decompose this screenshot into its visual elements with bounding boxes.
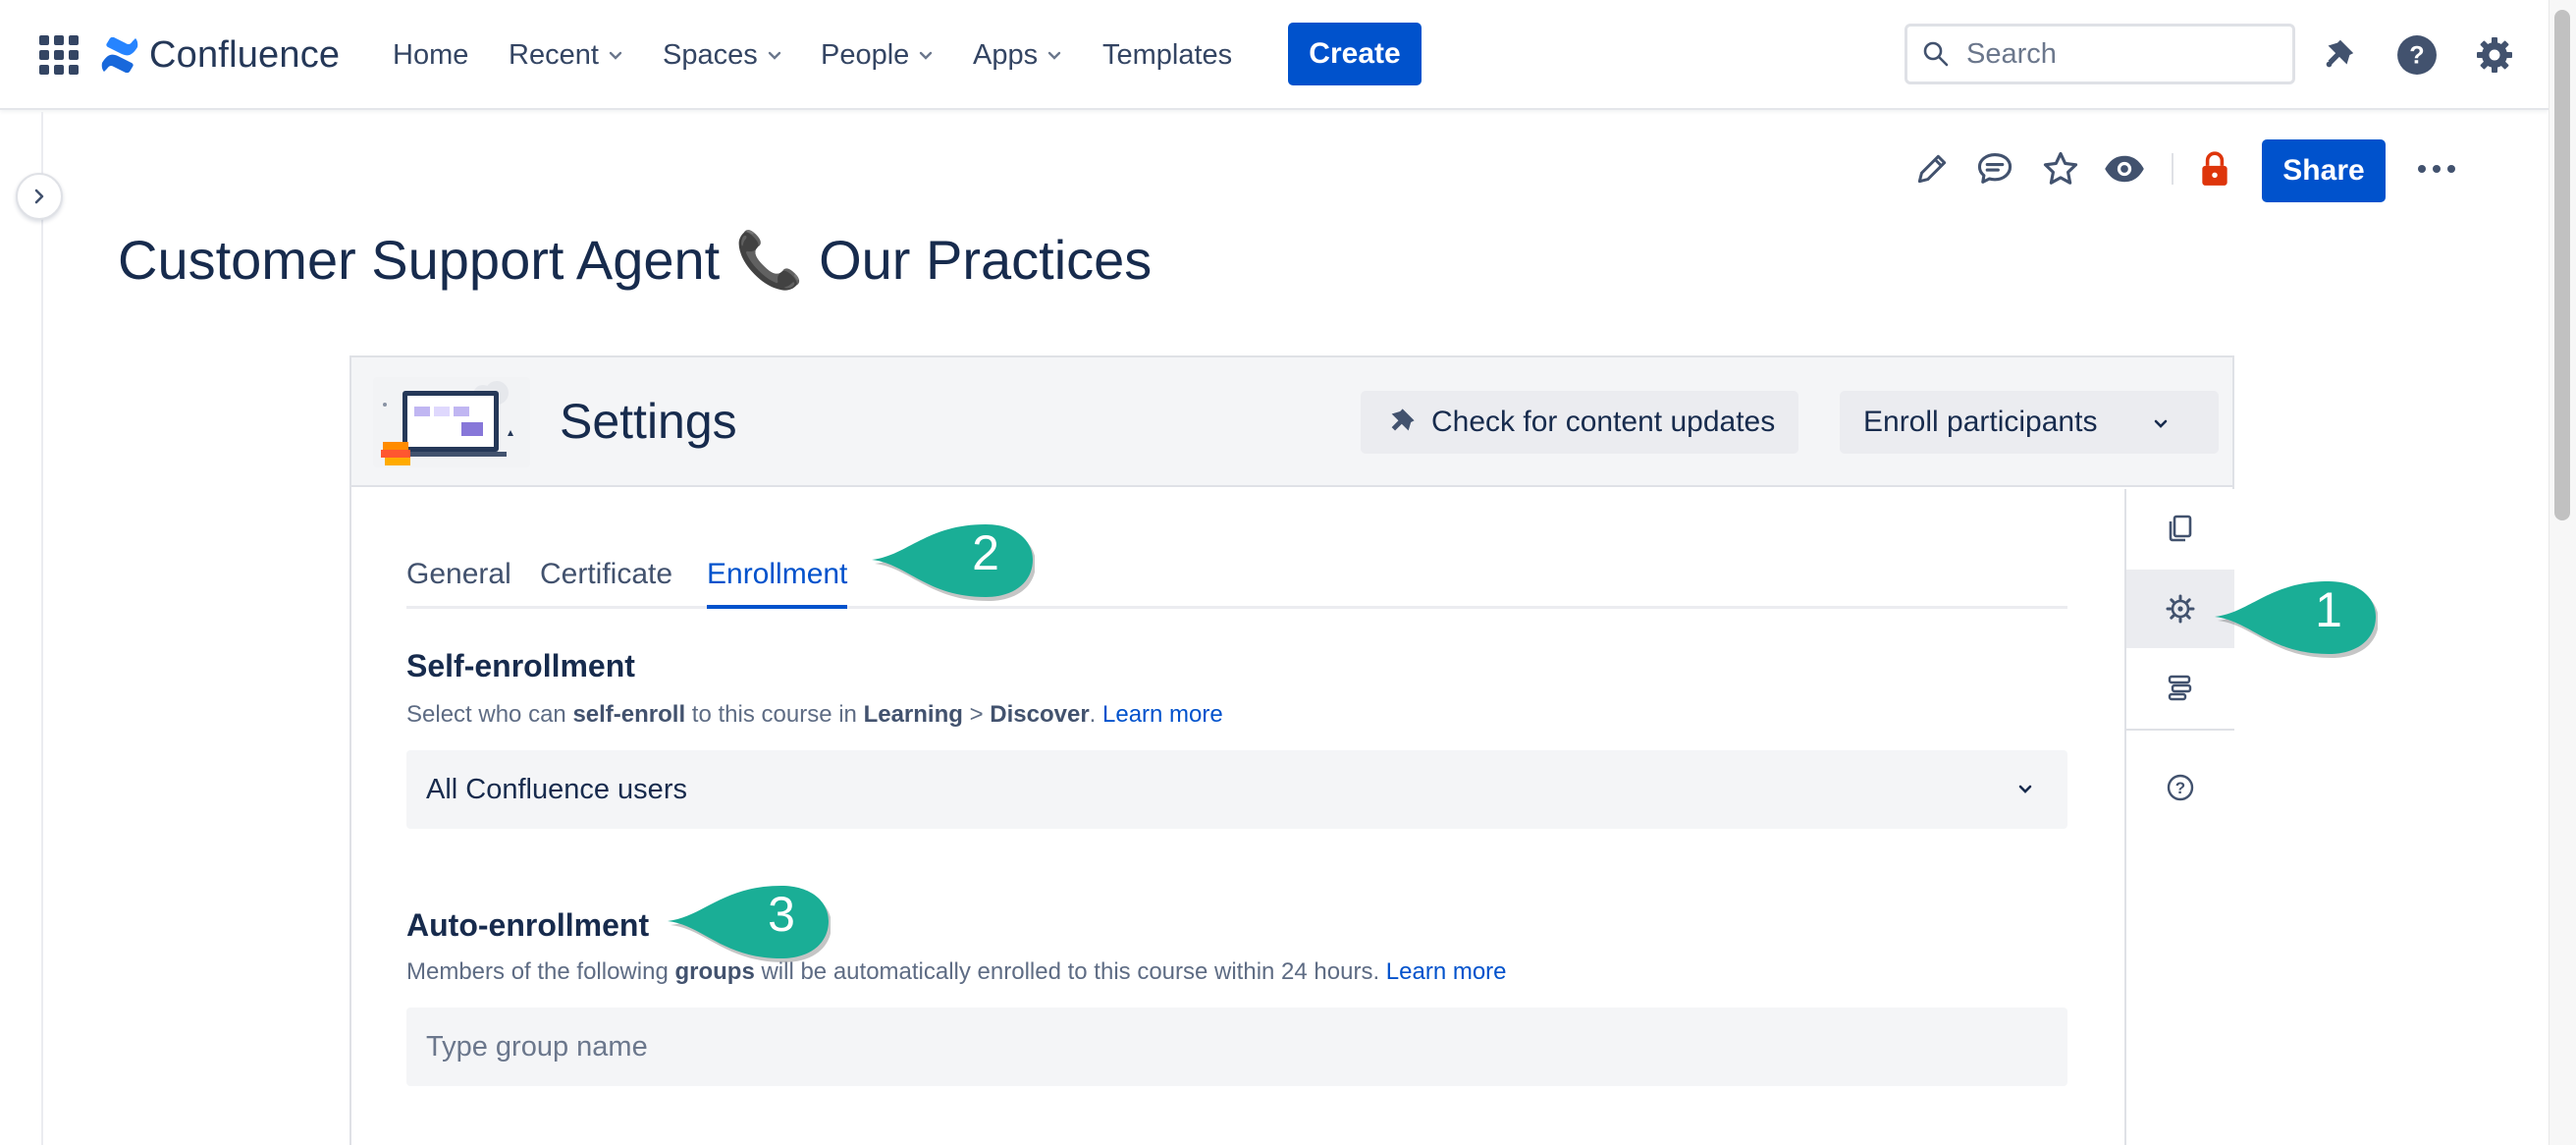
- tab-general[interactable]: General: [406, 558, 511, 609]
- restrictions-lock-icon[interactable]: [2193, 147, 2236, 191]
- help-icon[interactable]: ?: [2395, 33, 2439, 77]
- confluence-logo[interactable]: Confluence: [100, 29, 340, 81]
- chevron-right-icon: [34, 189, 44, 204]
- nav-templates[interactable]: Templates: [1102, 35, 1232, 75]
- page-title: Customer Support Agent 📞 Our Practices: [118, 229, 1153, 291]
- nav-apps-label: Apps: [973, 38, 1039, 71]
- top-navigation: Confluence Home Recent Spaces People App…: [0, 0, 2549, 110]
- auto-enrollment-title: Auto-enrollment: [406, 907, 650, 943]
- svg-text:?: ?: [2175, 779, 2185, 797]
- self-enrollment-learn-more-link[interactable]: Learn more: [1102, 701, 1223, 728]
- search-box[interactable]: [1905, 24, 2295, 84]
- nav-templates-label: Templates: [1102, 38, 1233, 71]
- callout-number-2: 2: [972, 525, 999, 580]
- create-button[interactable]: Create: [1288, 23, 1422, 85]
- more-ellipsis-icon[interactable]: [2415, 147, 2458, 191]
- settings-tabs: General Certificate Enrollment: [406, 558, 2067, 609]
- self-enrollment-select[interactable]: All Confluence users: [406, 750, 2067, 829]
- tab-certificate[interactable]: Certificate: [540, 558, 672, 609]
- edit-pencil-icon[interactable]: [1910, 147, 1954, 191]
- chevron-down-icon: [768, 51, 780, 60]
- nav-recent-label: Recent: [509, 38, 599, 71]
- course-thumbnail-image: [373, 377, 530, 467]
- chevron-down-icon: [2154, 419, 2168, 428]
- enroll-participants-dropdown[interactable]: Enroll participants: [1840, 391, 2219, 454]
- nav-people-label: People: [821, 38, 910, 71]
- nav-apps[interactable]: Apps: [973, 35, 1063, 75]
- search-input[interactable]: [1966, 37, 2281, 71]
- nav-home[interactable]: Home: [393, 35, 468, 75]
- confluence-logo-icon: [101, 37, 138, 73]
- chevron-down-icon: [1047, 51, 1061, 60]
- self-enrollment-description: Select who can self-enroll to this cours…: [406, 701, 1223, 728]
- course-settings-macro: Settings Check for content updates Enrol…: [349, 355, 2234, 1145]
- macro-title: Settings: [560, 394, 737, 449]
- page-scrollbar-thumb[interactable]: [2554, 10, 2570, 520]
- callout-marker-2: 2: [868, 517, 1035, 601]
- auto-enrollment-learn-more-link[interactable]: Learn more: [1386, 958, 1507, 985]
- search-icon: [1923, 41, 1949, 67]
- chevron-down-icon: [609, 51, 622, 60]
- auto-enrollment-description: Members of the following groups will be …: [406, 958, 1507, 985]
- macro-header: Settings Check for content updates Enrol…: [351, 357, 2232, 487]
- check-content-updates-label: Check for content updates: [1431, 406, 1776, 438]
- settings-gear-icon[interactable]: [2473, 33, 2516, 77]
- sidebar-rail: [0, 112, 43, 1145]
- chevron-down-icon: [2018, 785, 2032, 793]
- bell-icon: [1391, 409, 1415, 431]
- logo-text: Confluence: [149, 33, 341, 76]
- callout-number-3: 3: [768, 887, 795, 942]
- share-button[interactable]: Share: [2262, 139, 2386, 202]
- check-content-updates-button[interactable]: Check for content updates: [1361, 391, 1799, 454]
- comment-icon[interactable]: [1973, 147, 2016, 191]
- svg-text:?: ?: [2409, 41, 2424, 69]
- tab-enrollment[interactable]: Enrollment: [707, 558, 848, 609]
- nav-spaces-label: Spaces: [663, 38, 758, 71]
- callout-number-1: 1: [2315, 582, 2342, 637]
- expand-sidebar-button[interactable]: [16, 173, 63, 220]
- watch-eye-icon[interactable]: [2103, 147, 2146, 191]
- chevron-down-icon: [920, 51, 933, 60]
- structure-icon[interactable]: [2126, 648, 2234, 727]
- star-icon[interactable]: [2039, 147, 2082, 191]
- notification-bell-icon[interactable]: [2317, 33, 2360, 77]
- toolbar-divider: [2172, 153, 2174, 185]
- self-enrollment-selected-value: All Confluence users: [426, 773, 687, 805]
- help-circle-icon[interactable]: ?: [2126, 748, 2234, 827]
- callout-marker-1: 1: [2211, 573, 2378, 658]
- app-switcher-icon[interactable]: [39, 35, 79, 75]
- nav-people[interactable]: People: [821, 35, 935, 75]
- side-toolbar-divider: [2126, 729, 2234, 731]
- copy-icon[interactable]: [2126, 489, 2234, 568]
- enroll-participants-label: Enroll participants: [1863, 406, 2098, 438]
- nav-home-label: Home: [393, 38, 469, 71]
- callout-marker-3: 3: [664, 878, 831, 962]
- self-enrollment-title: Self-enrollment: [406, 648, 635, 683]
- group-name-input[interactable]: Type group name: [406, 1008, 2067, 1086]
- nav-recent[interactable]: Recent: [509, 35, 624, 75]
- nav-spaces[interactable]: Spaces: [663, 35, 783, 75]
